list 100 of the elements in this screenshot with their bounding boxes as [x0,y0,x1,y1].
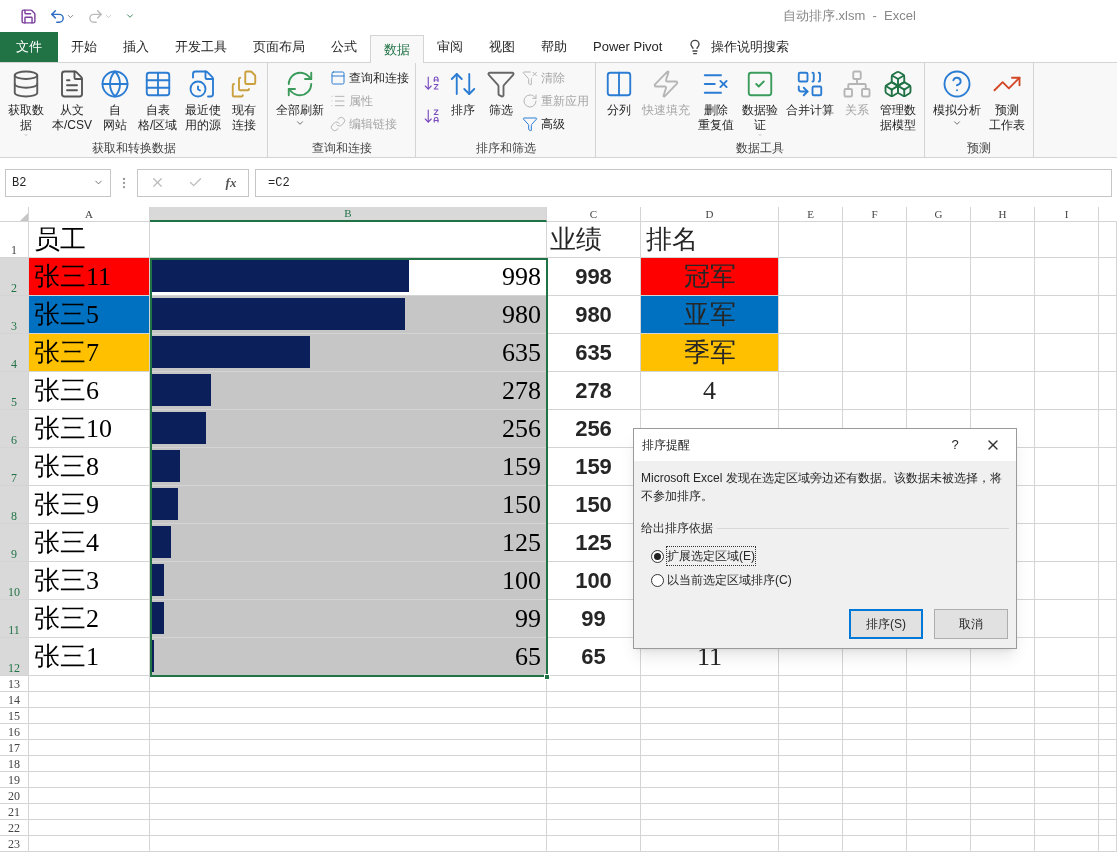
table-cell [779,334,843,372]
table-cell [1035,258,1099,296]
table-cell [907,676,971,692]
table-cell: 张三8 [29,448,150,486]
ribbon-button[interactable]: 高级 [520,112,592,135]
ribbon-button[interactable]: 自 网站 [96,63,134,137]
ribbon-button[interactable]: 数据验 证 [738,63,783,137]
row-header[interactable]: 16 [0,724,29,740]
row-header[interactable]: 12 [0,638,29,676]
table-cell [843,296,907,334]
column-header[interactable]: H [971,207,1035,222]
dialog-message: Microsoft Excel 发现在选定区域旁边还有数据。该数据未被选择，将不参加排序。 [641,470,1003,505]
ribbon-tab[interactable]: 开始 [58,32,110,62]
ribbon-button[interactable]: 获取数 据 [4,63,48,137]
dialog-title: 排序提醒 [642,437,691,454]
radio-button[interactable] [651,549,664,563]
ribbon-tab[interactable]: 审阅 [424,32,476,62]
row-header[interactable]: 6 [0,410,29,448]
table-cell [1099,820,1117,836]
table-cell [907,804,971,820]
ribbon-tab[interactable]: 开发工具 [162,32,240,62]
column-header[interactable]: B [150,207,547,222]
dialog-button[interactable]: 取消 [934,609,1008,639]
formula-field[interactable]: =C2 [255,168,1112,197]
radio-option[interactable]: 扩展选定区域(E) [651,547,755,565]
column-header[interactable]: A [29,207,150,222]
row-header[interactable]: 14 [0,692,29,708]
fill-handle[interactable] [544,674,550,680]
row-header[interactable]: 10 [0,562,29,600]
table-cell [1099,486,1117,524]
ribbon-button[interactable]: 分列 [600,63,639,137]
name-box[interactable]: B2 [5,168,111,197]
table-cell [843,836,907,852]
ribbon-button[interactable]: 预测 工作表 [985,63,1030,137]
row-header[interactable]: 22 [0,820,29,836]
row-header[interactable]: 3 [0,296,29,334]
column-header[interactable]: F [843,207,907,222]
ribbon-button[interactable]: 从文 本/CSV [48,63,96,137]
row-header[interactable]: 19 [0,772,29,788]
dialog-button[interactable]: 排序(S) [849,609,923,639]
ribbon-tab[interactable]: 视图 [476,32,528,62]
table-cell [779,756,843,772]
row-header[interactable]: 17 [0,740,29,756]
row-header[interactable]: 20 [0,788,29,804]
table-cell [843,708,907,724]
row-header[interactable]: 9 [0,524,29,562]
row-header[interactable]: 1 [0,222,29,258]
ribbon-button[interactable]: 排序 [444,63,483,137]
radio-button[interactable] [651,573,664,587]
table-cell [1035,788,1099,804]
ribbon-button[interactable]: 最近使 用的源 [181,63,226,137]
ribbon-tab[interactable]: 帮助 [528,32,580,62]
undo-icon[interactable] [49,7,66,25]
ribbon-button[interactable]: 模拟分析 [929,63,986,137]
table-cell [907,724,971,740]
ribbon-tab[interactable]: 数据 [370,35,424,63]
radio-option[interactable]: 以当前选定区域排序(C) [651,571,792,589]
table-cell: 业绩 [547,222,641,258]
table-cell [843,788,907,804]
ribbon-button[interactable]: 全部刷新 [272,63,329,137]
table-cell [1035,334,1099,372]
row-header[interactable]: 11 [0,600,29,638]
ribbon-tab[interactable]: 插入 [110,32,162,62]
help-button[interactable]: ? [940,435,970,455]
cell-value: 278 [502,375,541,407]
column-header[interactable]: G [907,207,971,222]
ribbon-button[interactable]: 现有 连接 [225,63,264,137]
ribbon-tab[interactable]: 公式 [318,32,370,62]
column-header[interactable]: I [1035,207,1099,222]
customize-icon[interactable] [125,11,135,21]
row-header[interactable]: 2 [0,258,29,296]
row-header[interactable]: 8 [0,486,29,524]
row-header[interactable]: 13 [0,676,29,692]
column-header[interactable]: C [547,207,641,222]
cell-value: 635 [502,337,541,369]
ribbon-button[interactable]: 合并计算 [782,63,839,137]
row-header[interactable]: 23 [0,836,29,852]
table-cell [1035,772,1099,788]
ribbon-tab[interactable]: Power Pivot [580,32,676,62]
table-cell [1099,756,1117,772]
row-header[interactable]: 5 [0,372,29,410]
column-header[interactable]: D [641,207,779,222]
ribbon-tab[interactable]: 页面布局 [240,32,318,62]
save-icon[interactable] [20,7,37,25]
ribbon-button[interactable]: 删除 重复值 [694,63,739,137]
ribbon-button[interactable]: 筛选 [482,63,521,137]
cell-value: 980 [502,299,541,331]
row-header[interactable]: 15 [0,708,29,724]
ribbon-button[interactable]: 自表 格/区域 [134,63,182,137]
row-header[interactable]: 4 [0,334,29,372]
column-header[interactable]: E [779,207,843,222]
table-cell [1035,372,1099,410]
row-header[interactable]: 7 [0,448,29,486]
row-header[interactable]: 18 [0,756,29,772]
row-header[interactable]: 21 [0,804,29,820]
ribbon-button[interactable]: 查询和连接 [328,66,412,89]
file-tab[interactable]: 文件 [0,32,58,62]
insert-function-button[interactable]: fx [225,172,237,193]
ribbon-button[interactable]: 管理数 据模型 [876,63,921,137]
tell-me-search[interactable]: 操作说明搜索 [711,37,790,57]
